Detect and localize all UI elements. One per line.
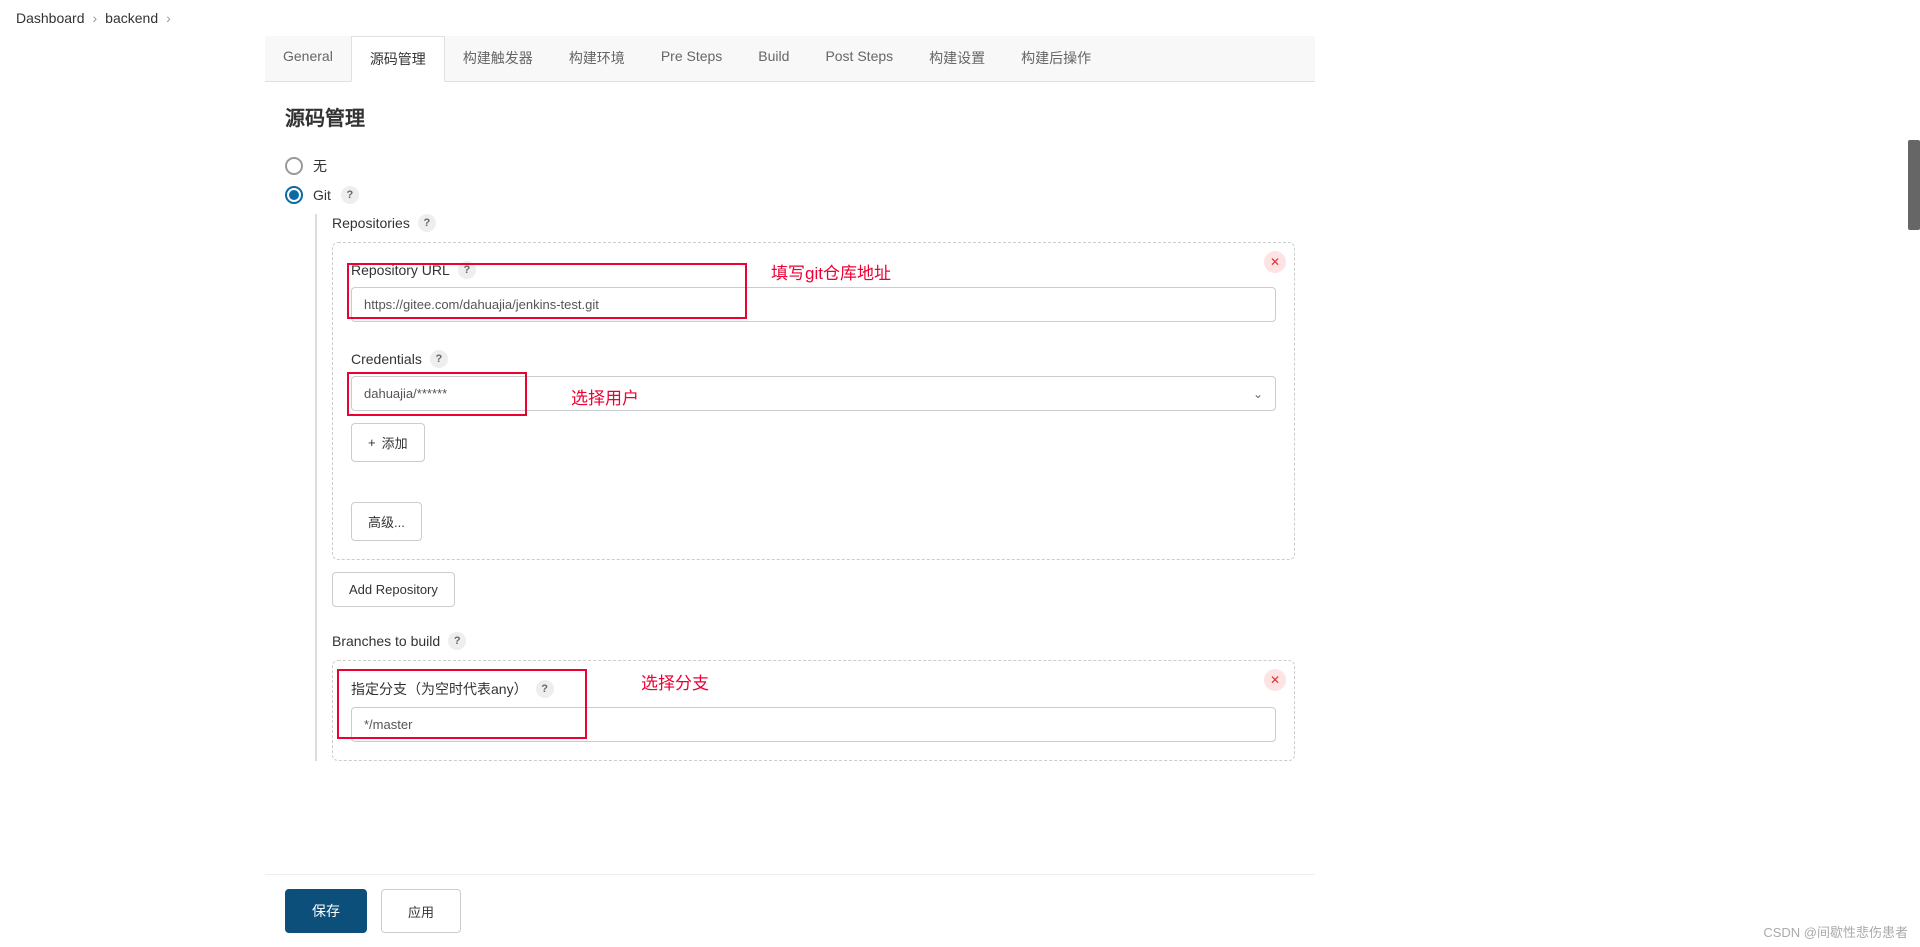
watermark: CSDN @间歇性悲伤患者 <box>1763 922 1908 941</box>
chevron-right-icon: › <box>93 10 98 26</box>
tab-env[interactable]: 构建环境 <box>551 36 643 81</box>
config-tabs: General 源码管理 构建触发器 构建环境 Pre Steps Build … <box>265 36 1315 82</box>
help-icon[interactable]: ? <box>418 214 436 232</box>
branches-label: Branches to build <box>332 633 440 649</box>
help-icon[interactable]: ? <box>341 186 359 204</box>
credentials-select[interactable]: dahuajia/****** ⌄ <box>351 376 1276 411</box>
chevron-down-icon: ⌄ <box>1253 387 1263 401</box>
close-icon[interactable]: ✕ <box>1264 251 1286 273</box>
tab-postbuild[interactable]: 构建后操作 <box>1003 36 1109 81</box>
repository-block: ✕ Repository URL ? 填写git仓库地址 Credentials… <box>332 242 1295 560</box>
advanced-button[interactable]: 高级... <box>351 502 422 541</box>
repo-url-input[interactable] <box>351 287 1276 322</box>
tab-post-steps[interactable]: Post Steps <box>807 36 911 81</box>
tab-build[interactable]: Build <box>740 36 807 81</box>
radio-none[interactable] <box>285 157 303 175</box>
radio-none-label: 无 <box>313 156 327 176</box>
credentials-label: Credentials <box>351 351 422 367</box>
add-repository-button[interactable]: Add Repository <box>332 572 455 607</box>
credentials-value: dahuajia/****** <box>364 386 447 401</box>
help-icon[interactable]: ? <box>458 261 476 279</box>
help-icon[interactable]: ? <box>448 632 466 650</box>
branches-block: ✕ 指定分支（为空时代表any） ? 选择分支 <box>332 660 1295 761</box>
tab-settings[interactable]: 构建设置 <box>911 36 1003 81</box>
help-icon[interactable]: ? <box>430 350 448 368</box>
breadcrumb-dashboard[interactable]: Dashboard <box>16 10 85 26</box>
branch-spec-label: 指定分支（为空时代表any） <box>351 679 528 699</box>
save-button[interactable]: 保存 <box>285 889 367 933</box>
add-btn-label: 添加 <box>382 433 408 452</box>
section-title: 源码管理 <box>265 82 1315 146</box>
tab-scm[interactable]: 源码管理 <box>351 36 445 82</box>
help-icon[interactable]: ? <box>536 680 554 698</box>
scrollbar-thumb[interactable] <box>1908 140 1920 230</box>
tab-triggers[interactable]: 构建触发器 <box>445 36 551 81</box>
chevron-right-icon: › <box>166 10 171 26</box>
tab-general[interactable]: General <box>265 36 351 81</box>
radio-git[interactable] <box>285 186 303 204</box>
repositories-label: Repositories <box>332 215 410 231</box>
main-panel: General 源码管理 构建触发器 构建环境 Pre Steps Build … <box>265 36 1315 871</box>
add-credentials-button[interactable]: + 添加 <box>351 423 425 462</box>
repo-url-label: Repository URL <box>351 262 450 278</box>
plus-icon: + <box>368 435 376 450</box>
radio-git-label: Git <box>313 187 331 203</box>
apply-button[interactable]: 应用 <box>381 889 461 933</box>
branch-input[interactable] <box>351 707 1276 742</box>
action-bar: 保存 应用 <box>265 874 1315 947</box>
breadcrumb-backend[interactable]: backend <box>105 10 158 26</box>
breadcrumb: Dashboard › backend › <box>0 0 1920 36</box>
tab-pre-steps[interactable]: Pre Steps <box>643 36 740 81</box>
